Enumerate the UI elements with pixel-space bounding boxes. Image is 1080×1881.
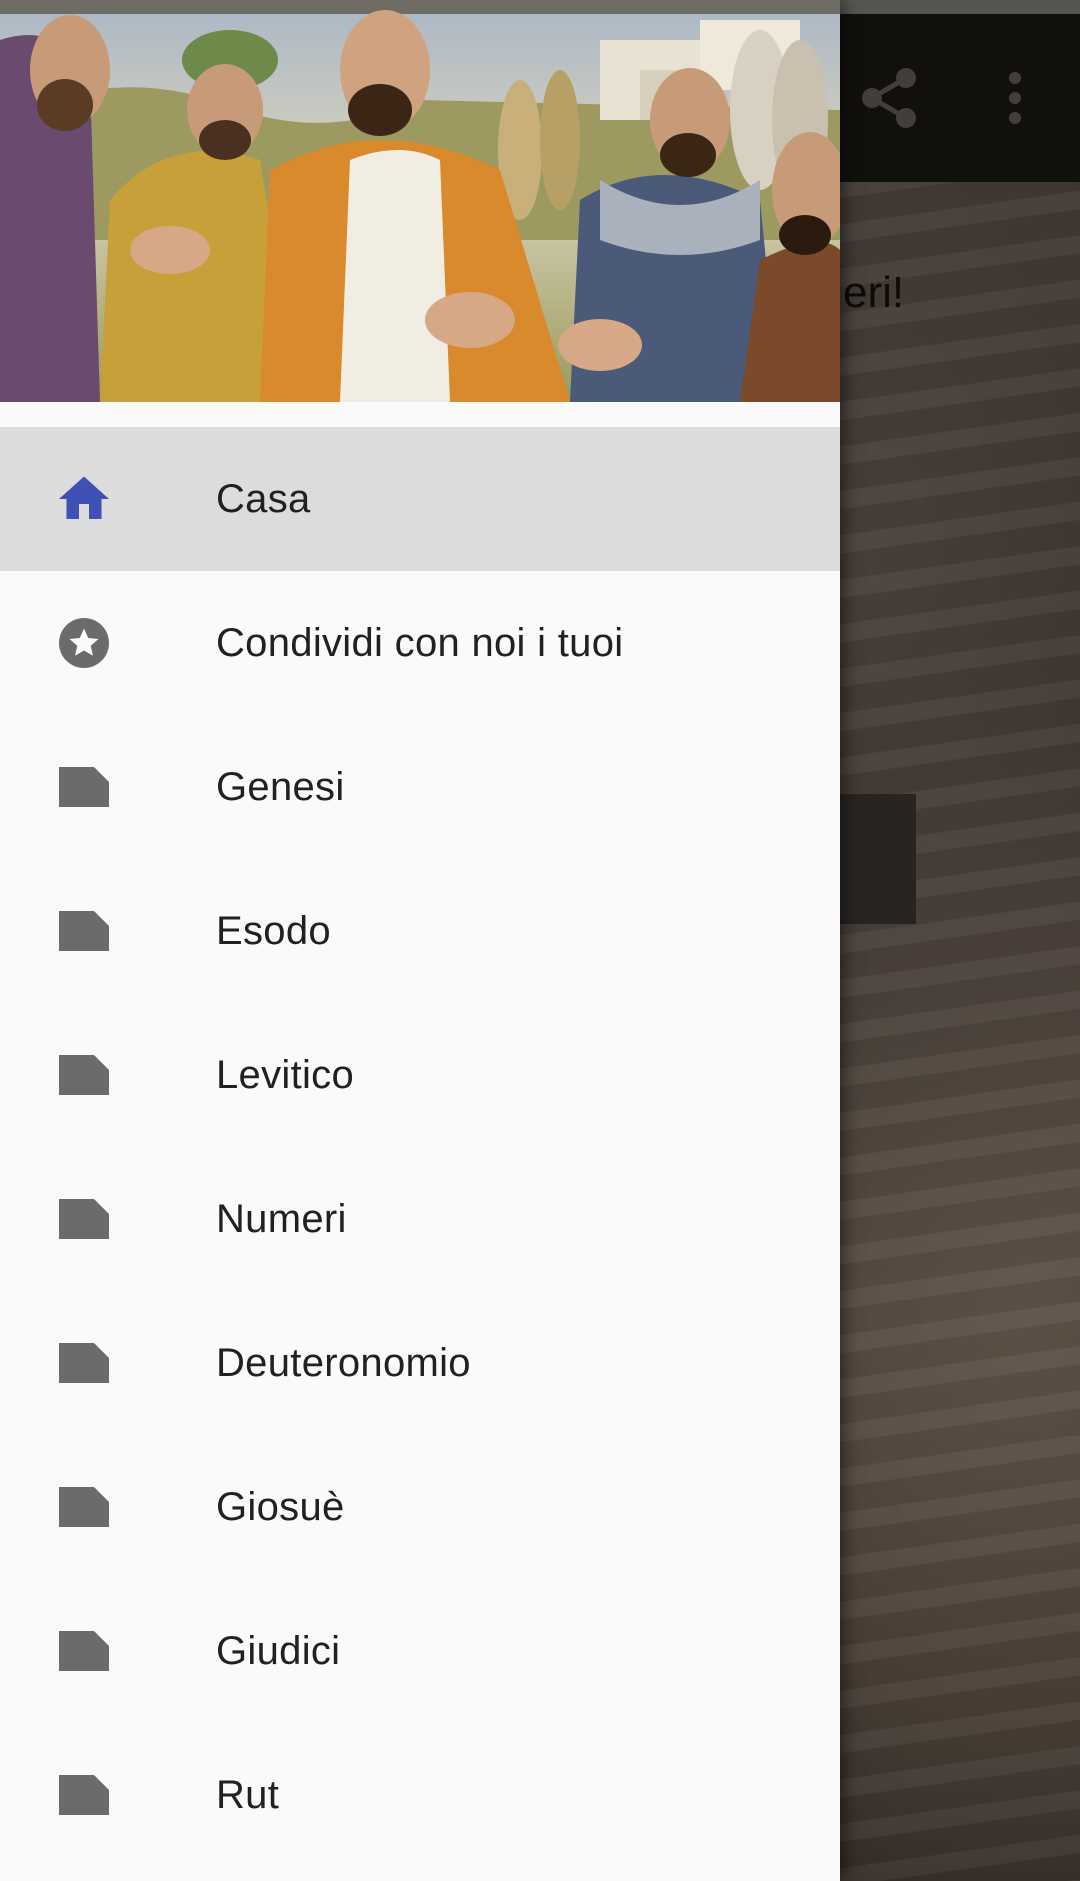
menu-item-label: Casa <box>216 477 311 521</box>
menu-item-label: Numeri <box>216 1197 347 1241</box>
note-icon <box>54 1189 114 1249</box>
menu-item-giosue[interactable]: Giosuè <box>0 1435 840 1579</box>
home-icon <box>54 469 114 529</box>
menu-item-rut[interactable]: Rut <box>0 1723 840 1867</box>
menu-item-label: Condividi con noi i tuoi <box>216 621 624 665</box>
menu-item-condividi[interactable]: Condividi con noi i tuoi <box>0 571 840 715</box>
navigation-drawer: Casa Condividi con noi i tuoi Genesi Eso… <box>0 0 840 1881</box>
menu-item-label: Deuteronomio <box>216 1341 471 1385</box>
menu-item-deuteronomio[interactable]: Deuteronomio <box>0 1291 840 1435</box>
menu-item-label: Giudici <box>216 1629 341 1673</box>
menu-item-label: Rut <box>216 1773 280 1817</box>
drawer-menu: Casa Condividi con noi i tuoi Genesi Eso… <box>0 427 840 1867</box>
screen: eri! Casa Condividi con noi i tuoi Genes… <box>0 0 1080 1881</box>
menu-item-esodo[interactable]: Esodo <box>0 859 840 1003</box>
menu-item-casa[interactable]: Casa <box>0 427 840 571</box>
menu-item-label: Genesi <box>216 765 345 809</box>
note-icon <box>54 757 114 817</box>
note-icon <box>54 901 114 961</box>
note-icon <box>54 1765 114 1825</box>
note-icon <box>54 1621 114 1681</box>
menu-item-label: Giosuè <box>216 1485 345 1529</box>
menu-item-label: Levitico <box>216 1053 355 1097</box>
menu-item-genesi[interactable]: Genesi <box>0 715 840 859</box>
star-circle-icon <box>54 613 114 673</box>
apostles-illustration <box>0 0 840 402</box>
note-icon <box>54 1333 114 1393</box>
menu-item-numeri[interactable]: Numeri <box>0 1147 840 1291</box>
note-icon <box>54 1045 114 1105</box>
menu-item-label: Esodo <box>216 909 331 953</box>
menu-item-giudici[interactable]: Giudici <box>0 1579 840 1723</box>
drawer-header <box>0 0 840 402</box>
note-icon <box>54 1477 114 1537</box>
menu-item-levitico[interactable]: Levitico <box>0 1003 840 1147</box>
